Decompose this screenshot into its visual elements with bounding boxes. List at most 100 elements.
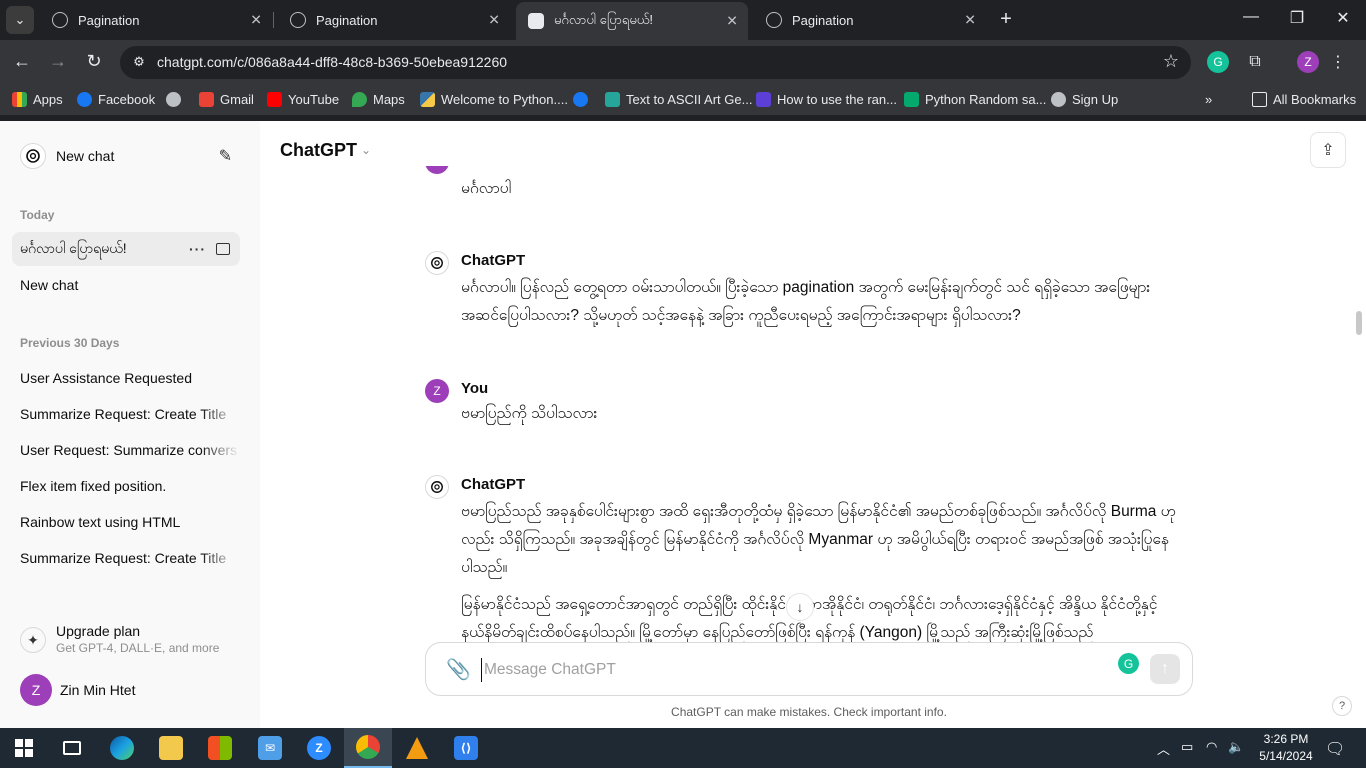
conversation-item[interactable]: Summarize Request: Create Title: [12, 541, 240, 575]
arrow-down-icon: ↓: [796, 599, 804, 615]
chatgpt-favicon-icon: [528, 13, 544, 29]
tab-pagination-2[interactable]: Pagination ✕: [278, 4, 510, 36]
restore-button[interactable]: ❐: [1274, 8, 1320, 28]
forward-button[interactable]: →: [46, 51, 70, 72]
share-button[interactable]: ⇪: [1310, 132, 1346, 168]
send-button[interactable]: ↑: [1150, 654, 1180, 684]
conversation-item[interactable]: Rainbow text using HTML: [12, 505, 240, 539]
bookmarks-overflow-button[interactable]: »: [1205, 92, 1212, 107]
profile-avatar[interactable]: Z: [1297, 51, 1319, 73]
bookmark-sign-up[interactable]: Sign Up: [1051, 92, 1118, 107]
task-view-button[interactable]: [48, 728, 96, 768]
window-close-button[interactable]: ✕: [1320, 8, 1366, 28]
conversation-item[interactable]: User Request: Summarize convers: [12, 433, 240, 467]
taskbar-edge[interactable]: [98, 728, 146, 768]
tab-pagination-3[interactable]: Pagination ✕: [754, 4, 986, 36]
chevron-down-icon[interactable]: ⌄: [361, 143, 371, 157]
tab-pagination-1[interactable]: Pagination ✕: [40, 4, 272, 36]
apps-grid-icon: [12, 92, 27, 107]
facebook-icon: [573, 92, 588, 107]
tab-title: Pagination: [78, 12, 140, 28]
extensions-puzzle-icon[interactable]: ⧉: [1244, 51, 1266, 73]
model-selector[interactable]: ChatGPT: [280, 140, 357, 161]
all-bookmarks-button[interactable]: All Bookmarks: [1252, 92, 1356, 107]
tab-chatgpt-active[interactable]: မင်္ဂလာပါ ပြောရမယ်! ✕: [516, 2, 748, 40]
message-composer: 📎 G ↑: [425, 642, 1193, 696]
bookmark-facebook[interactable]: Facebook: [77, 92, 155, 107]
minimize-button[interactable]: —: [1228, 8, 1274, 26]
conversation-item[interactable]: Summarize Request: Create Title: [12, 397, 240, 431]
bookmark-how-to-use[interactable]: How to use the ran...: [756, 92, 897, 107]
tab-search-button[interactable]: ⌄: [6, 6, 34, 34]
back-button[interactable]: ←: [10, 51, 34, 72]
grammarly-extension-icon[interactable]: G: [1207, 51, 1229, 73]
bookmark-youtube[interactable]: YouTube: [267, 92, 339, 107]
globe-icon: [1051, 92, 1066, 107]
scroll-to-bottom-button[interactable]: ↓: [786, 593, 814, 621]
scrollbar-thumb[interactable]: [1356, 311, 1362, 335]
conversation-item[interactable]: User Assistance Requested: [12, 361, 240, 395]
taskbar-zoom[interactable]: Z: [295, 728, 343, 768]
message-input[interactable]: [481, 658, 1101, 682]
taskbar-vscode[interactable]: ⟨⟩: [442, 728, 490, 768]
bookmark-gmail[interactable]: Gmail: [199, 92, 254, 107]
start-button[interactable]: [0, 728, 48, 768]
system-clock[interactable]: 3:26 PM 5/14/2024: [1256, 731, 1316, 765]
bookmark-ascii-art[interactable]: Text to ASCII Art Ge...: [605, 92, 752, 107]
site-info-icon[interactable]: ⚙: [130, 54, 148, 72]
windows-taskbar: ✉ Z ⟨⟩ ︿ ▭ ◠ 🔈 3:26 PM 5/14/2024 🗨: [0, 728, 1366, 768]
tab-title: Pagination: [316, 12, 378, 28]
address-bar[interactable]: ⚙ chatgpt.com/c/086a8a44-dff8-48c8-b369-…: [120, 46, 1191, 79]
new-tab-button[interactable]: +: [994, 8, 1018, 32]
notifications-icon[interactable]: 🗨: [1325, 739, 1345, 759]
help-button[interactable]: ?: [1332, 696, 1352, 716]
gmail-icon: [199, 92, 214, 107]
bookmark-maps[interactable]: Maps: [352, 92, 405, 107]
user-name: Zin Min Htet: [60, 682, 136, 698]
compose-icon[interactable]: ✎: [219, 146, 232, 166]
fade-overlay: [200, 541, 240, 575]
vscode-icon: ⟨⟩: [454, 736, 478, 760]
bookmark-label: Apps: [33, 92, 63, 107]
bookmark-facebook-2[interactable]: [573, 92, 594, 107]
battery-icon[interactable]: ▭: [1181, 739, 1193, 755]
upgrade-plan-button[interactable]: ✦ Upgrade plan Get GPT-4, DALL·E, and mo…: [20, 621, 240, 661]
close-icon[interactable]: ✕: [250, 12, 262, 29]
conversation-item-active[interactable]: မင်္ဂလာပါ ပြောရမယ်! ···: [12, 232, 240, 266]
taskbar-vlc[interactable]: [393, 728, 441, 768]
tray-chevron-up-icon[interactable]: ︿: [1157, 739, 1170, 758]
message-author: ChatGPT: [461, 252, 526, 269]
user-menu-button[interactable]: Z Zin Min Htet: [20, 674, 240, 706]
volume-icon[interactable]: 🔈: [1228, 739, 1244, 755]
close-icon[interactable]: ✕: [488, 12, 500, 29]
bookmark-apps[interactable]: Apps: [12, 92, 63, 107]
conversation-item[interactable]: Flex item fixed position.: [12, 469, 240, 503]
taskbar-store[interactable]: [196, 728, 244, 768]
close-icon[interactable]: ✕: [726, 13, 738, 30]
taskbar-file-explorer[interactable]: [147, 728, 195, 768]
zoom-icon: Z: [307, 736, 331, 760]
chrome-icon: [356, 735, 380, 759]
message-text: မင်္ဂလာပါ။ ပြန်လည် တွေ့ရတာ ဝမ်းသာပါတယ်။ …: [461, 279, 1151, 324]
paperclip-icon[interactable]: 📎: [446, 657, 471, 682]
reload-button[interactable]: ↻: [82, 51, 106, 72]
all-bookmarks-label: All Bookmarks: [1273, 92, 1357, 107]
bookmark-star-icon[interactable]: ☆: [1163, 51, 1179, 72]
taskbar-mail[interactable]: ✉: [246, 728, 294, 768]
bookmark-globe[interactable]: [166, 92, 187, 107]
avatar: Z: [20, 674, 52, 706]
archive-icon[interactable]: [216, 243, 230, 255]
grammarly-icon[interactable]: G: [1118, 653, 1139, 674]
close-icon[interactable]: ✕: [964, 12, 976, 29]
bookmark-label: Welcome to Python....: [441, 92, 568, 107]
main-panel: ChatGPT ⌄ ⇪ မင်္ဂလာပါ ChatGPT မင်္ဂလာပါ။…: [260, 121, 1366, 728]
conversation-item[interactable]: New chat: [12, 268, 240, 302]
more-options-icon[interactable]: ···: [189, 241, 206, 257]
browser-menu-icon[interactable]: ⋮: [1327, 51, 1349, 73]
bookmark-python[interactable]: Welcome to Python....: [420, 92, 568, 107]
taskbar-chrome[interactable]: [344, 728, 392, 768]
bookmark-label: Python Random sa...: [925, 92, 1047, 107]
new-chat-button[interactable]: New chat ✎: [12, 138, 240, 174]
bookmark-python-random[interactable]: Python Random sa...: [904, 92, 1046, 107]
wifi-icon[interactable]: ◠: [1206, 739, 1217, 755]
